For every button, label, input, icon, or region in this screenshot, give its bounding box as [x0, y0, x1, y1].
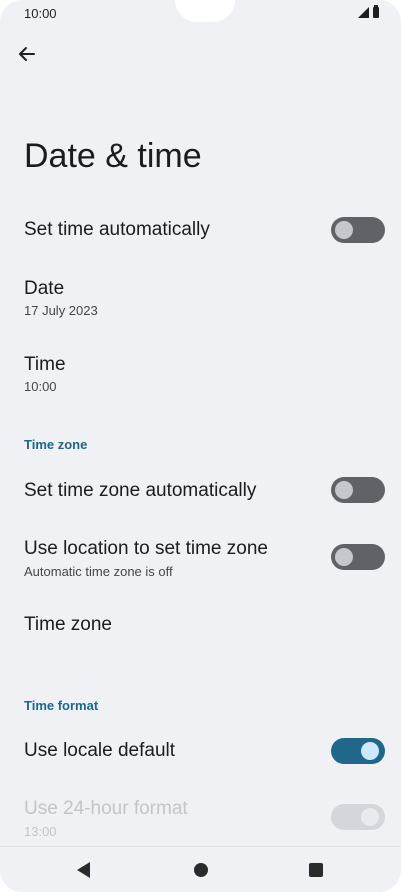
date-label: Date — [24, 278, 65, 299]
status-icons — [358, 5, 379, 18]
time-label: Time — [24, 354, 66, 375]
navigation-bar — [0, 846, 401, 892]
set-time-zone-automatically-label: Set time zone automatically — [24, 480, 257, 501]
back-button[interactable] — [12, 40, 42, 68]
page-title: Date & time — [24, 137, 202, 175]
time-zone-label: Time zone — [24, 614, 112, 635]
date-row[interactable]: Date 17 July 2023 — [0, 268, 401, 332]
section-header-time-format: Time format — [24, 698, 99, 713]
toggle-knob — [335, 481, 353, 499]
time-value: 10:00 — [24, 379, 57, 394]
use-location-time-zone-label: Use location to set time zone — [24, 538, 268, 559]
use-24-hour-format-label: Use 24-hour format — [24, 798, 188, 819]
use-24-hour-format-toggle — [331, 804, 385, 830]
status-time: 10:00 — [24, 6, 57, 21]
recents-square-icon[interactable] — [309, 863, 323, 877]
use-location-time-zone-toggle[interactable] — [331, 544, 385, 570]
arrow-left-icon — [19, 47, 35, 61]
toggle-knob — [361, 808, 379, 826]
signal-icon — [358, 7, 369, 18]
toggle-knob — [335, 548, 353, 566]
time-zone-row[interactable]: Time zone — [0, 600, 401, 652]
phone-screen: 10:00 Date & time Set time automatically… — [0, 0, 401, 892]
camera-notch — [175, 0, 235, 22]
home-circle-icon[interactable] — [194, 863, 208, 877]
set-time-automatically-toggle[interactable] — [331, 217, 385, 243]
set-time-zone-automatically-toggle[interactable] — [331, 477, 385, 503]
time-row[interactable]: Time 10:00 — [0, 344, 401, 408]
battery-icon — [373, 5, 379, 18]
set-time-automatically-label: Set time automatically — [24, 219, 210, 240]
section-header-time-zone: Time zone — [24, 437, 88, 452]
date-value: 17 July 2023 — [24, 303, 98, 318]
back-triangle-icon[interactable] — [77, 862, 90, 878]
use-locale-default-label: Use locale default — [24, 740, 176, 761]
toggle-knob — [361, 742, 379, 760]
use-locale-default-toggle[interactable] — [331, 738, 385, 764]
use-24-hour-format-summary: 13:00 — [24, 824, 57, 839]
toggle-knob — [335, 221, 353, 239]
use-location-time-zone-summary: Automatic time zone is off — [24, 564, 173, 579]
